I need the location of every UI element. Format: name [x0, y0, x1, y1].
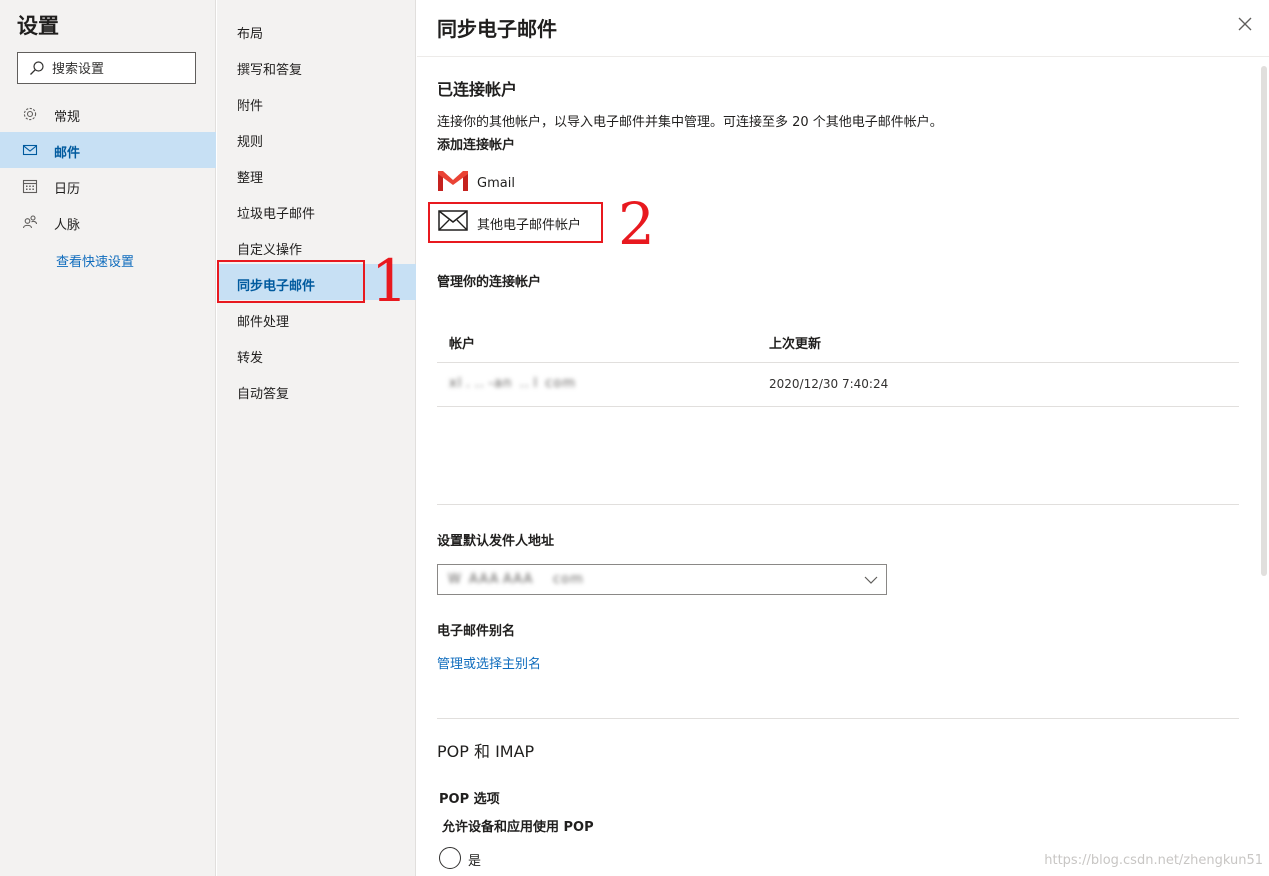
- search-icon: [30, 61, 44, 75]
- gmail-icon: [438, 171, 468, 191]
- nav-item-mail[interactable]: 邮件: [0, 132, 216, 168]
- manage-alias-link[interactable]: 管理或选择主别名: [437, 653, 541, 672]
- nav-item-label: 常规: [54, 110, 81, 125]
- menu-item-forwarding[interactable]: 转发: [217, 336, 416, 372]
- section-divider: [437, 504, 1239, 505]
- email-alias-heading: 电子邮件别名: [437, 624, 516, 639]
- column-header-last-updated: 上次更新: [769, 337, 822, 352]
- menu-item-label: 邮件处理: [237, 315, 290, 330]
- gmail-label: Gmail: [477, 176, 515, 191]
- annotation-number-1: 1: [371, 247, 408, 315]
- panel-header: 同步电子邮件: [417, 0, 1269, 57]
- menu-item-layout[interactable]: 布局: [217, 12, 416, 48]
- nav-item-calendar[interactable]: 日历: [0, 168, 216, 204]
- menu-item-junk-email[interactable]: 垃圾电子邮件: [217, 192, 416, 228]
- pop-yes-radio[interactable]: [439, 847, 461, 869]
- add-connected-account-heading: 添加连接帐户: [437, 138, 516, 153]
- people-icon: [22, 215, 38, 229]
- menu-item-label: 附件: [237, 99, 264, 114]
- scrollbar[interactable]: [1261, 66, 1267, 576]
- table-row[interactable]: xl . .. -an .. l com 2020/12/30 7:40:24: [437, 363, 1239, 406]
- nav-item-label: 人脉: [54, 218, 81, 233]
- close-icon[interactable]: [1237, 16, 1253, 32]
- last-updated-time: 2020/12/30 7:40:24: [769, 377, 889, 391]
- menu-item-compose-reply[interactable]: 撰写和答复: [217, 48, 416, 84]
- default-from-select[interactable]: W AAA AAA com: [437, 564, 887, 595]
- quick-settings-link[interactable]: 查看快速设置: [56, 251, 134, 270]
- menu-item-label: 自定义操作: [237, 243, 303, 258]
- annotation-box-2: [428, 202, 603, 243]
- mail-settings-menu: 布局 撰写和答复 附件 规则 整理 垃圾电子邮件 自定义操作 同步电子邮件 邮件…: [217, 0, 416, 876]
- column-header-account: 帐户: [449, 337, 476, 352]
- sync-email-panel: 同步电子邮件 已连接帐户 连接你的其他帐户，以导入电子邮件并集中管理。可连接至多…: [417, 0, 1269, 876]
- menu-item-label: 整理: [237, 171, 264, 186]
- annotation-number-2: 2: [618, 190, 655, 258]
- default-from-value: W AAA AAA com: [448, 572, 584, 587]
- panel-title: 同步电子邮件: [437, 17, 557, 41]
- menu-item-label: 规则: [237, 135, 264, 150]
- menu-item-sweep[interactable]: 整理: [217, 156, 416, 192]
- menu-item-label: 布局: [237, 27, 264, 42]
- pop-imap-heading: POP 和 IMAP: [437, 742, 535, 761]
- table-divider: [437, 406, 1239, 407]
- settings-nav: 设置 常规 邮件 日历: [0, 0, 216, 876]
- section-divider: [437, 718, 1239, 719]
- menu-item-automatic-replies[interactable]: 自动答复: [217, 372, 416, 408]
- menu-item-label: 转发: [237, 351, 264, 366]
- menu-item-label: 自动答复: [237, 387, 290, 402]
- default-from-heading: 设置默认发件人地址: [437, 534, 555, 549]
- calendar-icon: [22, 179, 38, 194]
- menu-item-rules[interactable]: 规则: [217, 120, 416, 156]
- nav-item-label: 邮件: [54, 146, 81, 161]
- nav-item-general[interactable]: 常规: [0, 96, 216, 132]
- connected-accounts-heading: 已连接帐户: [437, 80, 518, 99]
- pop-options-heading: POP 选项: [439, 792, 500, 807]
- settings-title: 设置: [17, 14, 59, 38]
- gear-icon: [23, 107, 37, 121]
- manage-accounts-heading: 管理你的连接帐户: [437, 275, 542, 290]
- connected-accounts-description: 连接你的其他帐户，以导入电子邮件并集中管理。可连接至多 20 个其他电子邮件帐户…: [437, 115, 943, 130]
- mail-icon: [22, 144, 38, 156]
- chevron-down-icon: [864, 576, 878, 584]
- menu-item-label: 垃圾电子邮件: [237, 207, 316, 222]
- account-email: xl . .. -an .. l com: [449, 376, 577, 391]
- annotation-box-1: [217, 260, 365, 303]
- menu-item-attachments[interactable]: 附件: [217, 84, 416, 120]
- nav-item-people[interactable]: 人脉: [0, 204, 216, 240]
- menu-item-label: 撰写和答复: [237, 63, 303, 78]
- pop-allow-label: 允许设备和应用使用 POP: [442, 820, 594, 835]
- nav-item-label: 日历: [54, 182, 81, 197]
- watermark: https://blog.csdn.net/zhengkun51: [1044, 853, 1263, 868]
- pop-yes-label: 是: [468, 854, 482, 869]
- search-box[interactable]: [17, 52, 196, 84]
- search-input[interactable]: [52, 59, 190, 79]
